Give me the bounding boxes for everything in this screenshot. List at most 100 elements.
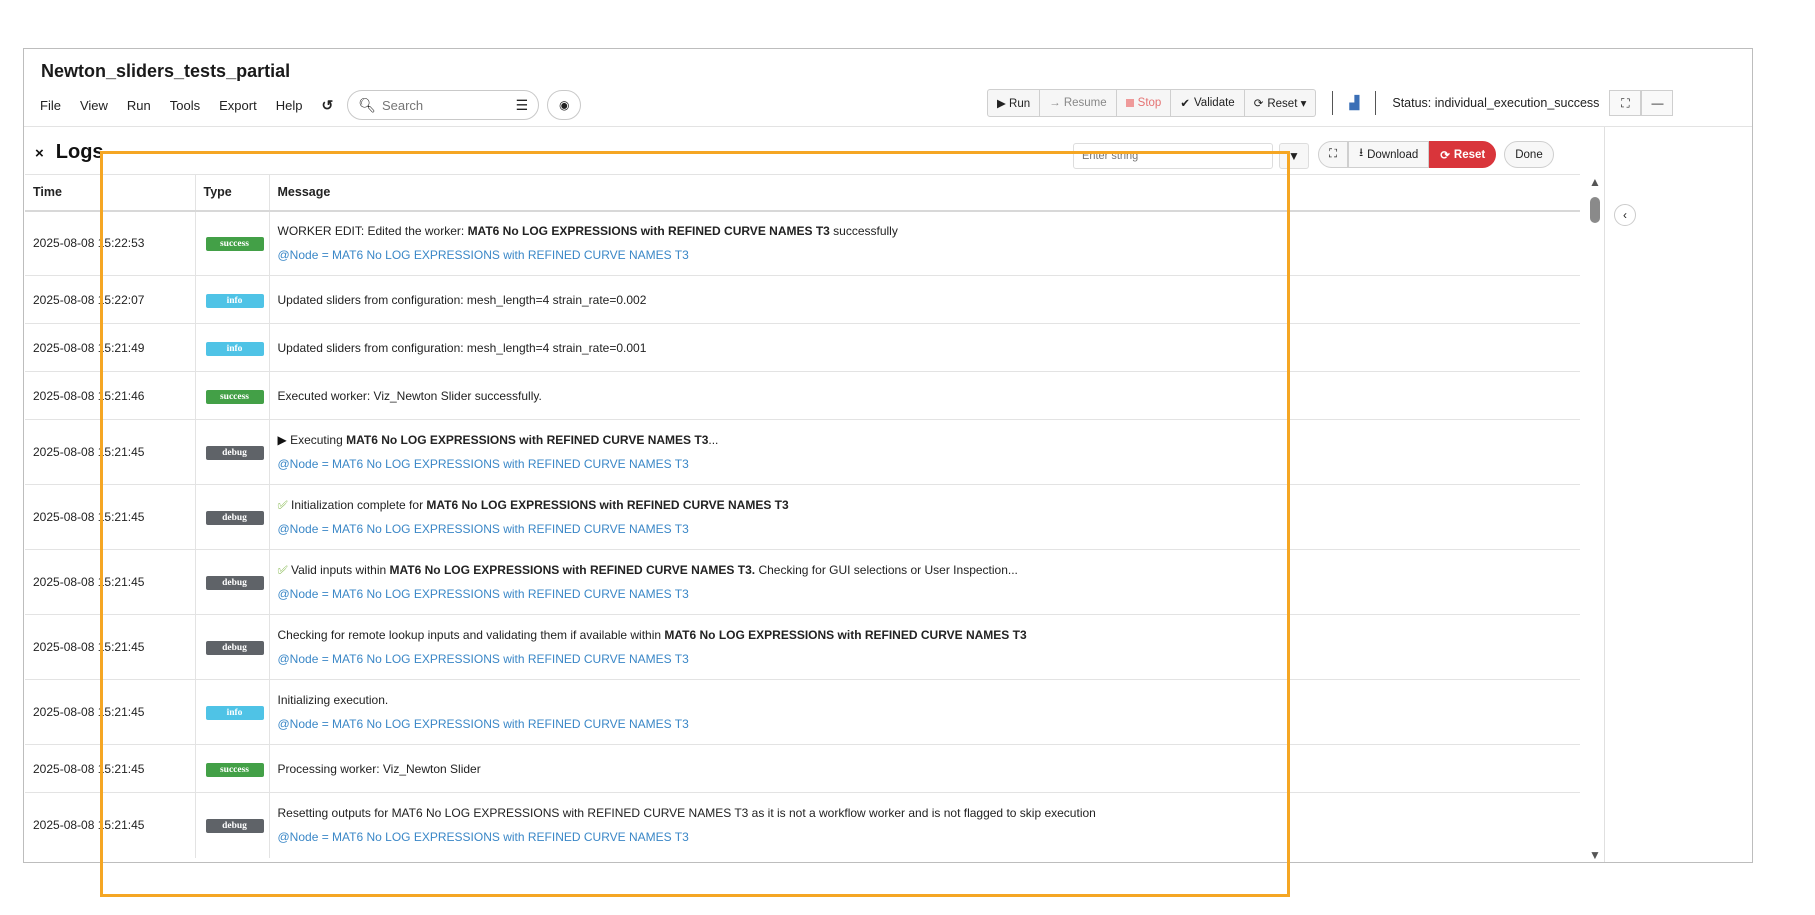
table-row[interactable]: 2025-08-08 15:21:45 debug Checking for rem… <box>25 614 1581 680</box>
logs-reset-button[interactable]: ⟳ Reset <box>1429 141 1497 168</box>
log-message: Resetting outputs for MAT6 No LOG EXPRES… <box>278 801 1581 825</box>
menu-tools[interactable]: Tools <box>170 98 200 113</box>
log-filter-input[interactable] <box>1073 143 1273 169</box>
log-message-cell: ▶ Executing MAT6 No LOG EXPRESSIONS with… <box>268 419 1581 485</box>
app-window: Newton_sliders_tests_partial File View R… <box>23 48 1753 863</box>
log-message-suffix: ... <box>708 433 719 447</box>
log-type-badge: success <box>205 762 264 777</box>
table-row[interactable]: 2025-08-08 15:21:45 success Processing wor… <box>25 744 1580 793</box>
minimize-icon[interactable]: — <box>1641 90 1674 116</box>
menu-export[interactable]: Export <box>219 98 257 113</box>
log-node-link[interactable]: @Node = MAT6 No LOG EXPRESSIONS with REF… <box>278 825 1581 849</box>
logs-actions: ⛶ ⭳ Download ⟳ Reset Done <box>1318 141 1554 168</box>
logs-reset-label: Reset <box>1453 148 1486 161</box>
record-icon: ◉ <box>558 98 570 112</box>
table-row[interactable]: 2025-08-08 15:21:46 success Executed worke… <box>25 371 1580 420</box>
table-row[interactable]: 2025-08-08 15:21:45 debug ✅︎ Valid inputs … <box>25 549 1581 615</box>
table-row[interactable]: 2025-08-08 15:22:07 info Updated sliders f… <box>25 275 1581 324</box>
reset-label: Reset ▾ <box>1267 98 1307 110</box>
log-message: Updated sliders from configuration: mesh… <box>278 288 1581 312</box>
log-node-link[interactable]: @Node = MAT6 No LOG EXPRESSIONS with REF… <box>278 452 1581 476</box>
log-type-badge: info <box>205 293 264 308</box>
log-time: 2025-08-08 15:21:45 <box>25 484 195 550</box>
log-message: Initializing execution. <box>278 688 1581 712</box>
record-button[interactable]: ◉ <box>547 90 582 120</box>
scroll-up-icon[interactable]: ▲ <box>1589 175 1601 189</box>
menu-help[interactable]: Help <box>276 98 303 113</box>
search-input[interactable] <box>381 97 502 113</box>
run-button[interactable]: ▶ Run <box>987 89 1041 117</box>
close-icon[interactable]: × <box>35 145 44 162</box>
column-header-message[interactable]: Message <box>268 174 1580 212</box>
column-header-type[interactable]: Type <box>194 174 269 212</box>
log-node-link[interactable]: @Node = MAT6 No LOG EXPRESSIONS with REF… <box>278 243 1581 267</box>
refresh-icon: ⟳ <box>1440 149 1450 162</box>
table-row[interactable]: 2025-08-08 15:21:45 debug ✅︎ Initializatio… <box>25 484 1581 550</box>
search-icon: 🔍︎ <box>358 96 376 113</box>
menu-run[interactable]: Run <box>127 98 151 113</box>
expand-icon: ⛶ <box>1329 148 1338 160</box>
log-node-link[interactable]: @Node = MAT6 No LOG EXPRESSIONS with REF… <box>278 647 1581 671</box>
log-message-cell: Initializing execution. @Node = MAT6 No L… <box>268 679 1581 745</box>
log-type-cell: debug <box>194 549 269 615</box>
log-time: 2025-08-08 15:21:45 <box>25 549 195 615</box>
check-circle-icon: ✅︎ <box>277 563 291 577</box>
log-type-badge: info <box>205 706 264 720</box>
sliders-icon[interactable]: ☰ <box>516 97 529 114</box>
log-message-cell: ✅︎ Initialization complete for MAT6 No L… <box>268 484 1581 550</box>
log-time: 2025-08-08 15:21:45 <box>25 679 195 745</box>
log-message-text: Checking for remote lookup inputs and va… <box>277 628 665 642</box>
expand-button[interactable]: ⛶ <box>1318 141 1349 168</box>
collapse-panel-button[interactable]: ‹ <box>1614 204 1636 226</box>
search-box[interactable]: 🔍︎ ☰ <box>347 90 540 120</box>
log-type-cell: debug <box>194 419 269 485</box>
log-message-text: Updated sliders from configuration: mesh… <box>277 340 647 355</box>
table-row[interactable]: 2025-08-08 15:21:49 info Updated sliders f… <box>25 323 1580 372</box>
resume-button[interactable]: → Resume <box>1040 89 1117 117</box>
history-icon[interactable]: ↺ <box>321 97 333 114</box>
log-time: 2025-08-08 15:22:07 <box>25 275 195 324</box>
filter-button[interactable]: ▼ <box>1279 143 1309 169</box>
log-type-badge: debug <box>205 511 264 525</box>
log-message-cell: Processing worker: Viz_Newton Slider <box>268 744 1580 793</box>
scroll-down-icon[interactable]: ▼ <box>1589 848 1601 862</box>
log-node-link[interactable]: @Node = MAT6 No LOG EXPRESSIONS with REF… <box>278 712 1581 736</box>
table-row[interactable]: 2025-08-08 15:22:53 success WORKER EDIT: E… <box>25 210 1581 276</box>
log-worker-name: MAT6 No LOG EXPRESSIONS with REFINED CUR… <box>346 433 709 447</box>
chevron-left-icon: ‹ <box>1623 208 1627 222</box>
logs-table: Time Type Message 2025-08-08 15:22:53 suc… <box>25 174 1580 858</box>
menu-view[interactable]: View <box>80 98 108 113</box>
log-worker-name: MAT6 No LOG EXPRESSIONS with REFINED CUR… <box>426 498 789 512</box>
table-row[interactable]: 2025-08-08 15:21:45 debug ▶ Executing MAT6… <box>25 419 1581 485</box>
log-worker-name: MAT6 No LOG EXPRESSIONS with REFINED CUR… <box>664 628 1027 642</box>
menu-file[interactable]: File <box>40 98 61 113</box>
reset-dropdown-button[interactable]: ⟳ Reset ▾ <box>1244 89 1317 117</box>
log-type-badge: success <box>205 237 264 252</box>
scroll-thumb[interactable] <box>1590 197 1600 223</box>
table-row[interactable]: 2025-08-08 15:21:45 debug Resetting output… <box>25 792 1581 858</box>
log-type-badge: debug <box>205 641 264 655</box>
run-toolbar: ▶ Run → Resume Stop ✔ Validate ⟳ Reset ▾ ▟… <box>987 89 1674 117</box>
log-message-cell: Executed worker: Viz_Newton Slider succe… <box>268 371 1580 420</box>
scrollbar[interactable]: ▲ ▼ <box>1586 175 1604 862</box>
logs-panel: × Logs ▼ ⛶ ⭳Download ⟳Reset Done Time Typ… <box>25 127 1605 862</box>
fullscreen-icon[interactable]: ⛶ <box>1609 90 1642 116</box>
download-button[interactable]: ⭳ Download <box>1348 141 1430 168</box>
log-type-cell: debug <box>194 484 269 550</box>
log-type-badge: debug <box>205 576 264 590</box>
log-message-cell: Resetting outputs for MAT6 No LOG EXPRES… <box>268 792 1581 858</box>
log-node-link[interactable]: @Node = MAT6 No LOG EXPRESSIONS with REF… <box>278 517 1581 541</box>
log-message: WORKER EDIT: Edited the worker: MAT6 No … <box>278 219 1581 243</box>
log-message: Checking for remote lookup inputs and va… <box>278 623 1581 647</box>
log-message-cell: Updated sliders from configuration: mesh… <box>268 275 1581 324</box>
log-message-suffix: successfully <box>829 224 898 239</box>
column-header-time[interactable]: Time <box>25 174 195 212</box>
stop-button[interactable]: Stop <box>1116 89 1172 117</box>
validate-button[interactable]: ✔ Validate <box>1171 89 1245 117</box>
log-message-text: Valid inputs within <box>291 563 390 577</box>
table-row[interactable]: 2025-08-08 15:21:45 info Initializing exec… <box>25 679 1581 745</box>
done-button[interactable]: Done <box>1504 141 1554 168</box>
chart-icon[interactable]: ▟ <box>1349 95 1359 111</box>
log-node-link[interactable]: @Node = MAT6 No LOG EXPRESSIONS with REF… <box>278 582 1581 606</box>
log-message-text: Processing worker: Viz_Newton Slider <box>277 761 481 776</box>
